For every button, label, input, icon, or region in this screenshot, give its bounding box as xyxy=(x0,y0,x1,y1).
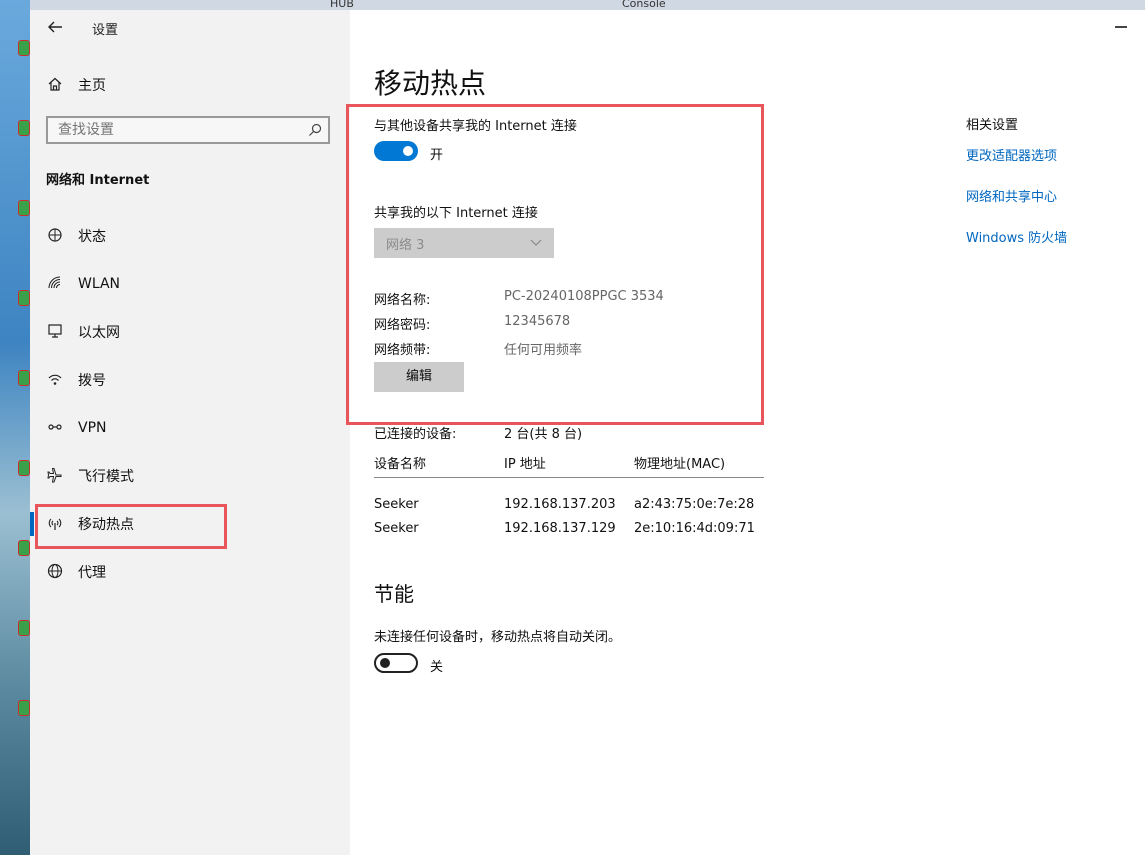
back-arrow-icon xyxy=(48,21,62,33)
share-label: 与其他设备共享我的 Internet 连接 xyxy=(374,119,577,134)
sidebar-item-label: 拨号 xyxy=(78,373,106,389)
sidebar-home-label: 主页 xyxy=(78,78,106,94)
main-content: 移动热点 与其他设备共享我的 Internet 连接 开 共享我的以下 Inte… xyxy=(346,10,1145,855)
table-header-mac: 物理地址(MAC) xyxy=(634,457,726,472)
power-section-title: 节能 xyxy=(374,582,414,606)
sidebar-item-airplane[interactable]: 飞行模式 xyxy=(30,452,350,500)
share-from-label: 共享我的以下 Internet 连接 xyxy=(374,206,538,221)
ethernet-icon xyxy=(46,323,64,341)
device-ip: 192.168.137.203 xyxy=(504,497,616,512)
network-band-label: 网络频带: xyxy=(374,343,431,358)
search-field[interactable] xyxy=(46,116,330,144)
sidebar-item-proxy[interactable]: 代理 xyxy=(30,548,350,596)
sidebar-item-wlan[interactable]: WLAN xyxy=(30,260,350,308)
settings-window: 设置 主页 网络和 Internet 状态 WL xyxy=(30,10,1145,855)
device-name: Seeker xyxy=(374,521,419,536)
share-toggle-label: 开 xyxy=(430,148,444,163)
share-toggle[interactable] xyxy=(374,141,418,161)
edit-button[interactable]: 编辑 xyxy=(374,362,464,392)
sidebar-item-hotspot[interactable]: 移动热点 xyxy=(30,500,350,548)
sidebar-item-label: VPN xyxy=(78,420,107,436)
vpn-icon xyxy=(46,419,64,437)
search-icon[interactable] xyxy=(308,123,322,137)
desktop-icon[interactable] xyxy=(18,540,30,556)
device-mac: a2:43:75:0e:7e:28 xyxy=(634,497,755,512)
network-password-label: 网络密码: xyxy=(374,318,431,333)
hotspot-icon xyxy=(46,515,64,533)
airplane-icon xyxy=(46,467,64,485)
title-bar: 设置 xyxy=(30,10,350,46)
device-name: Seeker xyxy=(374,497,419,512)
background-window-strip: HUB Console xyxy=(30,0,1145,10)
connected-devices-label: 已连接的设备: xyxy=(374,427,457,442)
sidebar-item-status[interactable]: 状态 xyxy=(30,212,350,260)
back-button[interactable] xyxy=(44,16,66,38)
desktop-icon[interactable] xyxy=(18,40,30,56)
network-band-value: 任何可用频率 xyxy=(504,343,583,358)
background-label: HUB xyxy=(330,0,354,10)
link-sharing-center[interactable]: 网络和共享中心 xyxy=(966,186,1067,205)
connected-devices-value: 2 台(共 8 台) xyxy=(504,427,583,442)
search-input[interactable] xyxy=(48,118,298,142)
link-firewall[interactable]: Windows 防火墙 xyxy=(966,227,1067,246)
sidebar-item-label: 状态 xyxy=(78,229,106,245)
power-description: 未连接任何设备时，移动热点将自动关闭。 xyxy=(374,630,622,645)
connection-select[interactable]: 网络 3 xyxy=(374,228,554,258)
device-ip: 192.168.137.129 xyxy=(504,521,616,536)
desktop-icon[interactable] xyxy=(18,200,30,216)
related-settings-title: 相关设置 xyxy=(966,118,1019,133)
app-title: 设置 xyxy=(92,23,119,38)
table-header-ip: IP 地址 xyxy=(504,457,546,472)
desktop-icon[interactable] xyxy=(18,620,30,636)
related-settings: 相关设置 更改适配器选项 网络和共享中心 Windows 防火墙 xyxy=(966,114,1067,268)
desktop-icon[interactable] xyxy=(18,460,30,476)
desktop-icon[interactable] xyxy=(18,290,30,306)
toggle-knob xyxy=(403,146,413,156)
toggle-knob xyxy=(380,658,390,668)
network-name-label: 网络名称: xyxy=(374,293,431,308)
network-password-value: 12345678 xyxy=(504,314,571,329)
power-toggle-label: 关 xyxy=(430,660,444,675)
wifi-icon xyxy=(46,275,64,293)
table-header-name: 设备名称 xyxy=(374,457,427,472)
sidebar-item-home[interactable]: 主页 xyxy=(46,74,106,96)
sidebar-item-label: 移动热点 xyxy=(78,517,134,533)
sidebar-item-label: 以太网 xyxy=(78,325,120,341)
status-icon xyxy=(46,227,64,245)
device-mac: 2e:10:16:4d:09:71 xyxy=(634,521,755,536)
background-label: Console xyxy=(622,0,666,10)
chevron-down-icon xyxy=(530,239,542,246)
network-name-value: PC-20240108PPGC 3534 xyxy=(504,289,664,304)
sidebar-item-vpn[interactable]: VPN xyxy=(30,404,350,452)
page-title: 移动热点 xyxy=(374,67,487,100)
sidebar-section-title: 网络和 Internet xyxy=(46,173,150,188)
table-divider xyxy=(374,477,764,478)
home-icon xyxy=(46,76,64,94)
desktop-icons-strip xyxy=(0,0,30,855)
sidebar: 设置 主页 网络和 Internet 状态 WL xyxy=(30,10,350,855)
desktop-icon[interactable] xyxy=(18,370,30,386)
sidebar-item-dialup[interactable]: 拨号 xyxy=(30,356,350,404)
power-toggle[interactable] xyxy=(374,653,418,673)
sidebar-nav: 状态 WLAN 以太网 拨号 VPN 飞行模式 移动热点 代理 xyxy=(30,212,350,596)
sidebar-item-label: WLAN xyxy=(78,276,121,292)
desktop-icon[interactable] xyxy=(18,120,30,136)
desktop-icon[interactable] xyxy=(18,700,30,716)
close-icon[interactable] xyxy=(1115,26,1127,28)
sidebar-item-label: 代理 xyxy=(78,565,106,581)
globe-icon xyxy=(46,563,64,581)
sidebar-item-label: 飞行模式 xyxy=(78,469,134,485)
connection-select-value: 网络 3 xyxy=(386,238,425,253)
link-adapter-options[interactable]: 更改适配器选项 xyxy=(966,145,1067,164)
sidebar-item-ethernet[interactable]: 以太网 xyxy=(30,308,350,356)
dialup-icon xyxy=(46,371,64,389)
